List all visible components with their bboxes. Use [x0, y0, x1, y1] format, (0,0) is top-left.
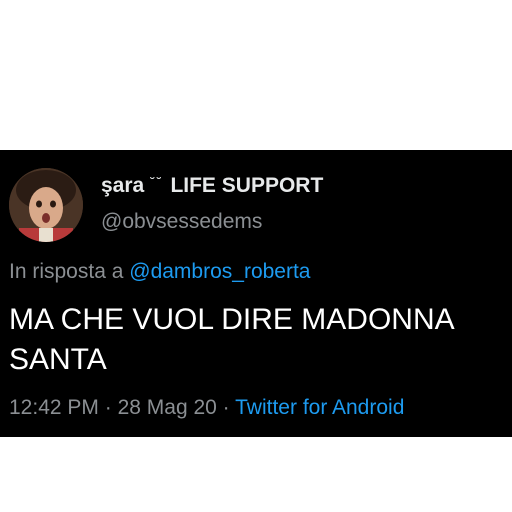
screenshot-page: şara ˘ ˘ LIFE SUPPORT @obvsessedems In r…: [0, 0, 512, 512]
tweet-source-link[interactable]: Twitter for Android: [235, 396, 404, 419]
display-name[interactable]: şara ˘ ˘ LIFE SUPPORT: [101, 174, 323, 198]
display-name-decoration: ˘ ˘: [150, 174, 161, 190]
reply-mention-link[interactable]: @dambros_roberta: [129, 260, 310, 283]
avatar[interactable]: [9, 168, 83, 242]
meta-separator: ·: [222, 396, 230, 419]
user-handle[interactable]: @obvsessedems: [101, 210, 262, 234]
tweet-time[interactable]: 12:42 PM: [9, 396, 99, 419]
display-name-text: şara: [101, 174, 145, 197]
tweet-text: MA CHE VUOL DIRE MADONNA SANTA: [9, 303, 453, 376]
tweet-date[interactable]: 28 Mag 20: [118, 396, 217, 419]
avatar-photo-icon: [9, 168, 83, 242]
reply-context: In risposta a @dambros_roberta: [9, 260, 311, 284]
meta-separator: ·: [104, 396, 112, 419]
display-name-suffix: LIFE SUPPORT: [170, 174, 324, 197]
reply-prefix: In risposta a: [9, 260, 124, 283]
tweet-card[interactable]: şara ˘ ˘ LIFE SUPPORT @obvsessedems In r…: [0, 150, 512, 437]
tweet-meta: 12:42 PM · 28 Mag 20 · Twitter for Andro…: [9, 396, 404, 420]
